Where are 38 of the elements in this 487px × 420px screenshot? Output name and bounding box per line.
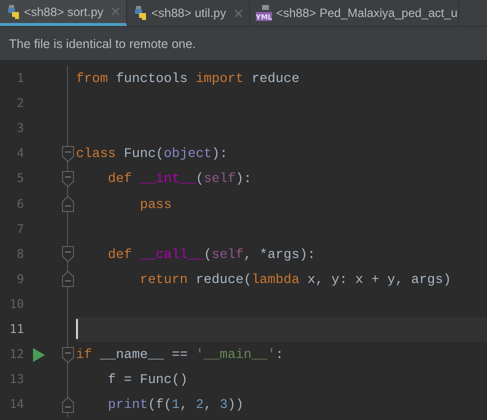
close-icon[interactable] bbox=[234, 8, 244, 18]
fold-marker-icon[interactable] bbox=[62, 196, 74, 212]
file-tab[interactable]: <sh88> util.py bbox=[127, 0, 250, 26]
line-number: 12 bbox=[8, 346, 24, 364]
line-number: 9 bbox=[16, 270, 24, 288]
run-icon[interactable] bbox=[33, 348, 45, 362]
code-line: return reduce(lambda x, y: x + y, args) bbox=[138, 272, 452, 287]
code-line: print(f(1, 2, 3)) bbox=[106, 397, 244, 412]
code-line: f = Func() bbox=[106, 372, 188, 388]
line-number: 11 bbox=[8, 320, 24, 338]
notification-message: The file is identical to remote one. bbox=[9, 36, 196, 50]
line-number: 6 bbox=[16, 196, 24, 213]
code-line: pass bbox=[138, 196, 172, 212]
text-cursor bbox=[76, 319, 78, 340]
line-number: 3 bbox=[16, 120, 24, 138]
code-line: def __int__(self): bbox=[106, 171, 252, 186]
fold-marker-icon[interactable] bbox=[62, 246, 74, 262]
file-tab[interactable]: <sh88> sort.py bbox=[0, 0, 128, 26]
python-file-icon bbox=[6, 4, 20, 18]
fold-marker-icon[interactable] bbox=[62, 346, 74, 363]
python-file-icon bbox=[133, 6, 148, 20]
line-number: 4 bbox=[16, 145, 24, 162]
code-line: class Func(object): bbox=[76, 146, 228, 162]
line-number: 7 bbox=[16, 220, 24, 238]
line-number: 13 bbox=[8, 371, 24, 388]
code-line: from functools import reduce bbox=[76, 71, 300, 86]
fold-marker-icon[interactable] bbox=[62, 170, 74, 187]
line-number: 10 bbox=[8, 296, 24, 313]
code-line: def __call__(self, *args): bbox=[106, 246, 316, 262]
line-number: 1 bbox=[16, 70, 24, 88]
fold-marker-icon[interactable] bbox=[62, 396, 74, 413]
line-number: 2 bbox=[16, 95, 24, 112]
fold-marker-icon[interactable] bbox=[62, 271, 74, 288]
line-number: 8 bbox=[16, 246, 24, 263]
line-number: 14 bbox=[8, 396, 24, 414]
line-number: 5 bbox=[16, 170, 24, 188]
code-line: if __name__ == '__main__': bbox=[76, 347, 284, 362]
fold-marker-icon[interactable] bbox=[62, 146, 74, 162]
